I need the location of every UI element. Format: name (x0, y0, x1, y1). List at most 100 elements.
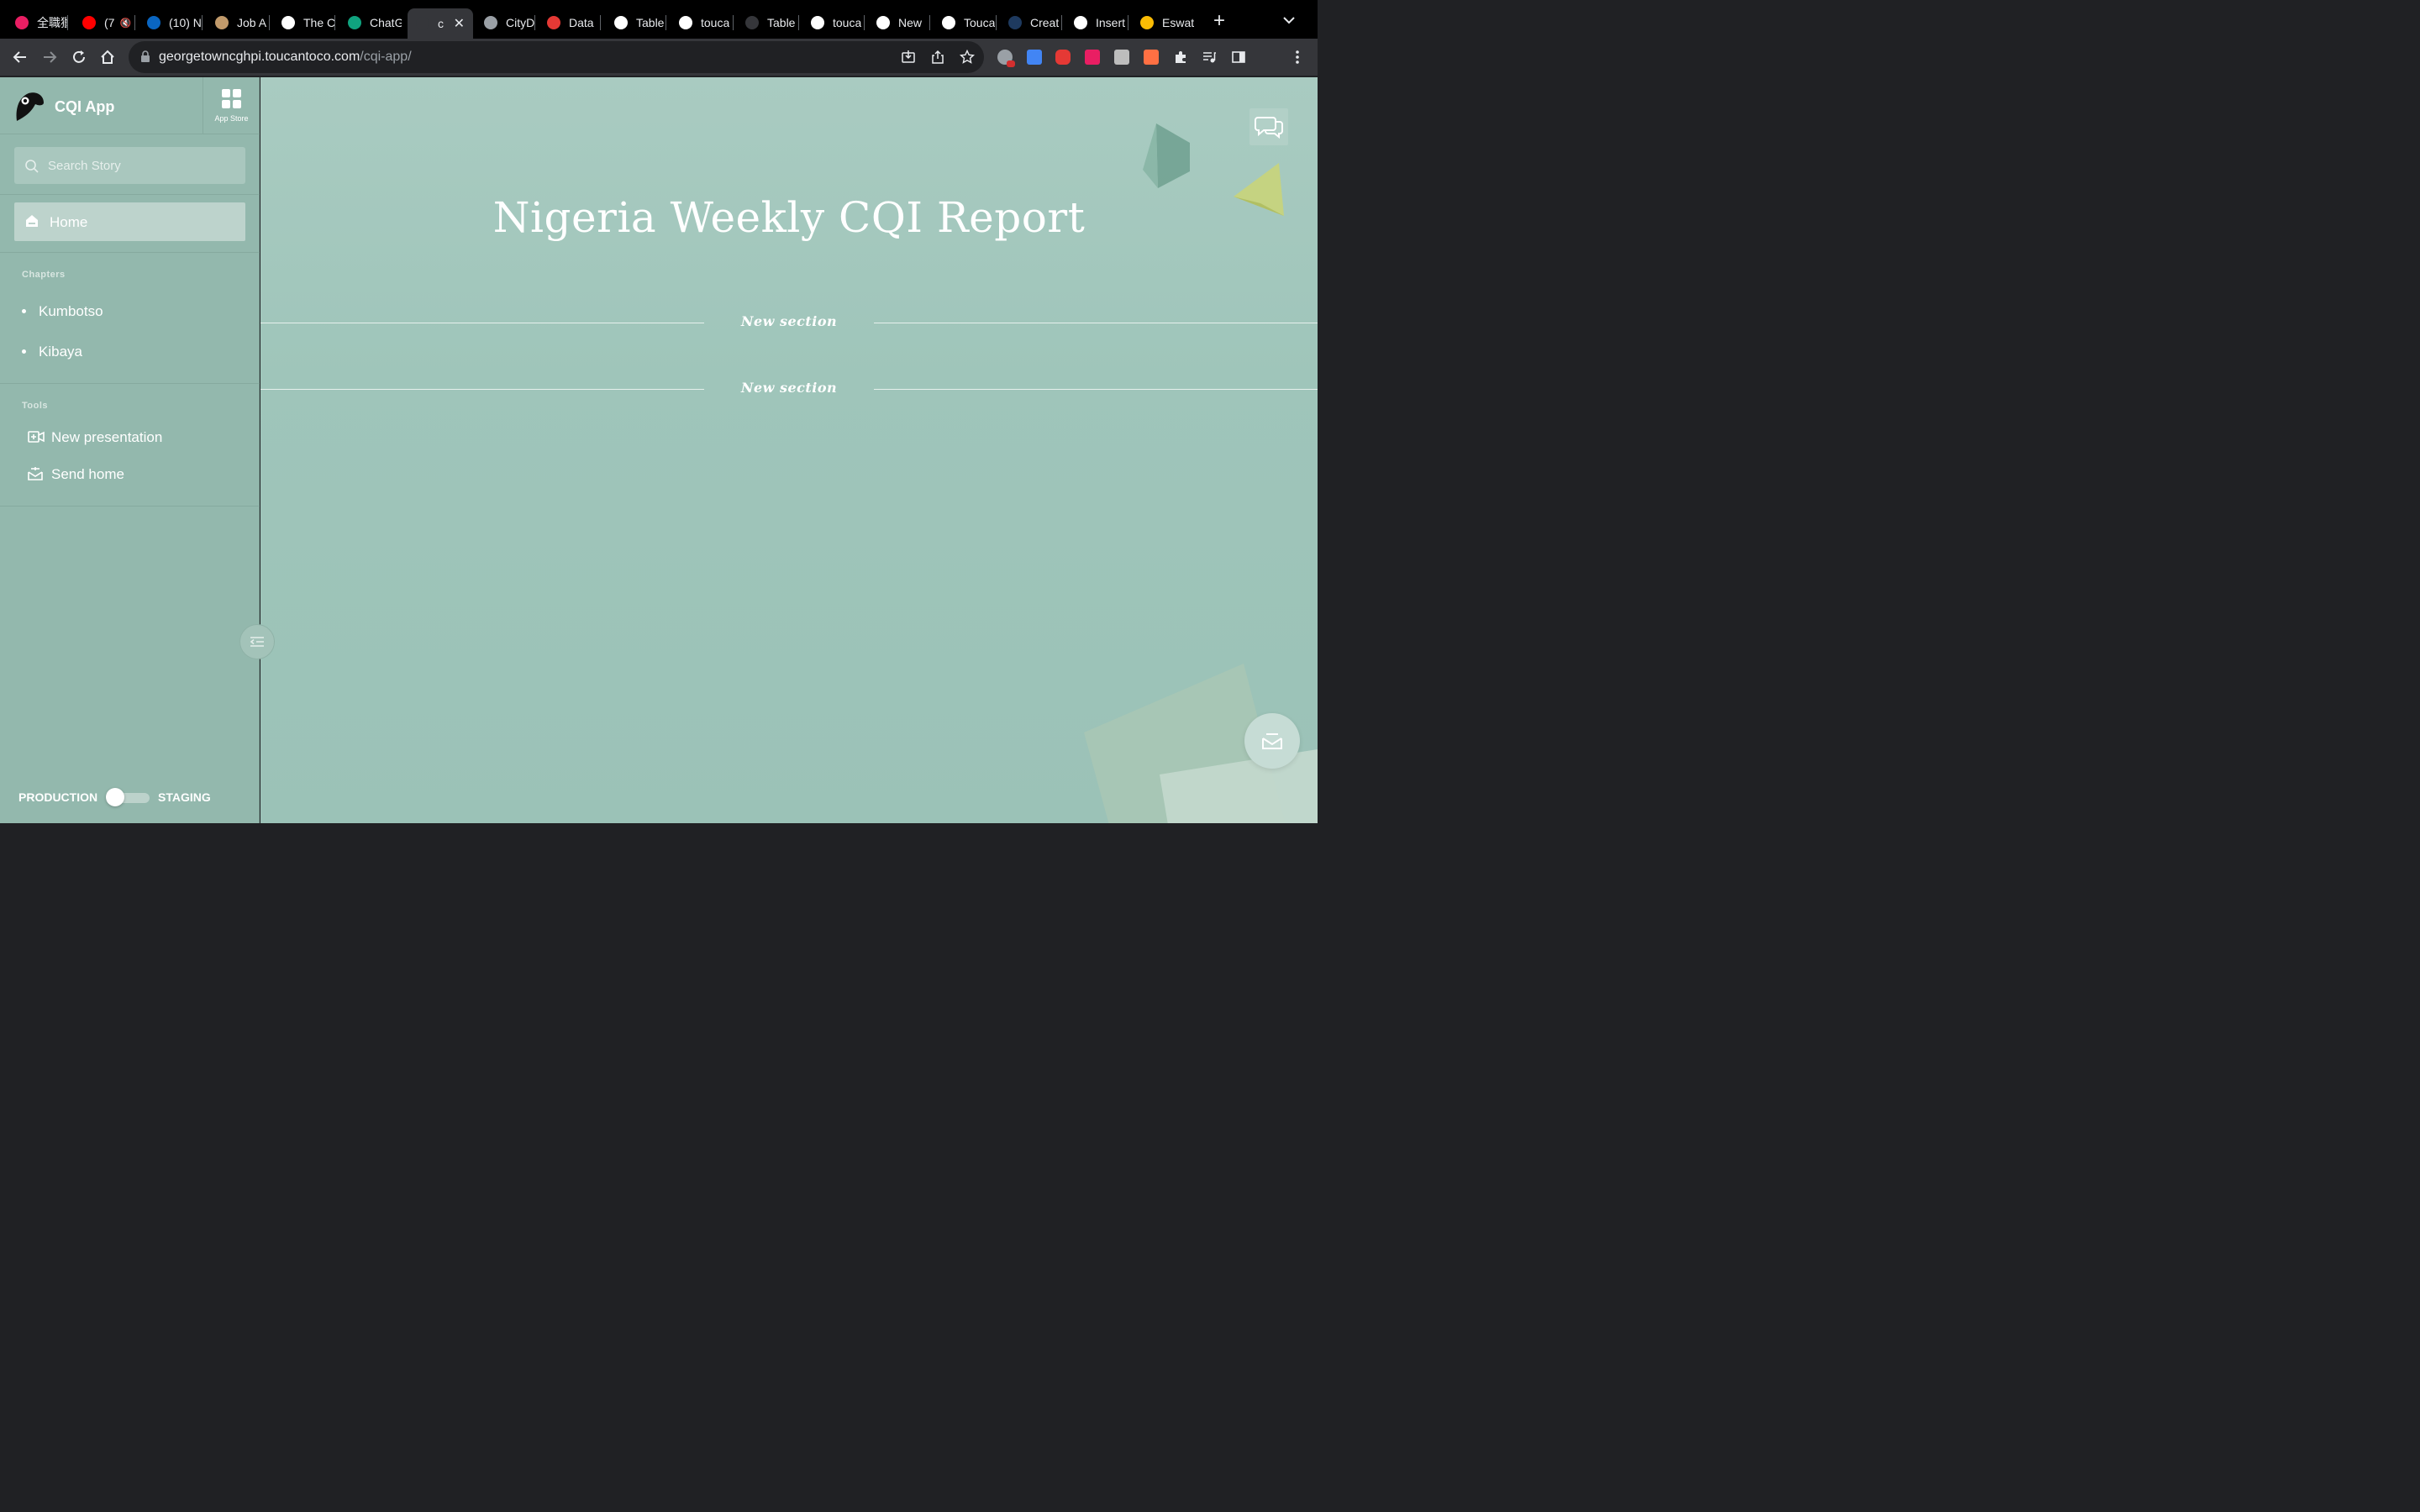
production-label[interactable]: PRODUCTION (18, 790, 97, 804)
forward-icon[interactable] (40, 48, 59, 66)
browser-tab[interactable]: Touca (934, 8, 996, 37)
tab-search-icon[interactable] (1281, 13, 1297, 30)
tab-separator (996, 15, 997, 30)
search-story-field[interactable] (14, 147, 245, 184)
brand-icon (15, 16, 29, 29)
tab-title: Touca (964, 16, 996, 29)
browser-tab[interactable]: Creat (1000, 8, 1061, 37)
browser-tab[interactable]: CityD (476, 8, 534, 37)
globe-icon (484, 16, 497, 29)
extension-youtube-icon[interactable] (1055, 50, 1071, 65)
browser-menu-icon[interactable] (1288, 48, 1307, 66)
tab-title: New (898, 16, 923, 29)
browser-tab[interactable]: New (868, 8, 929, 37)
app-title: CQI App (55, 98, 115, 115)
environment-toggle[interactable] (106, 788, 150, 806)
address-bar[interactable]: georgetowncghpi.toucantoco.com/cqi-app/ (129, 41, 984, 73)
google-icon (811, 16, 824, 29)
send-home-fab[interactable] (1244, 713, 1300, 769)
new-presentation-label: New presentation (51, 429, 163, 445)
browser-tab[interactable]: Insert (1065, 8, 1128, 37)
muted-speaker-icon[interactable]: 🔇 (119, 18, 131, 29)
tab-title: Insert (1096, 16, 1126, 29)
send-home-icon (28, 467, 43, 485)
sidebar-divider (0, 252, 260, 253)
tab-separator (202, 15, 203, 30)
google-translate-icon[interactable] (1027, 50, 1042, 65)
home-nav-item[interactable]: Home (14, 202, 245, 241)
tds-icon (1008, 16, 1022, 29)
browser-tab[interactable]: Data (539, 8, 600, 37)
url-text[interactable]: georgetowncghpi.toucantoco.com/cqi-app/ (159, 50, 412, 65)
drive-icon (1140, 16, 1154, 29)
tab-separator (534, 15, 535, 30)
staging-label[interactable]: STAGING (158, 790, 211, 804)
bookmark-star-icon[interactable] (959, 49, 976, 66)
browser-tab[interactable]: (7 🔇 (74, 8, 134, 37)
new-presentation-button[interactable]: New presentation (0, 422, 260, 452)
tab-separator (269, 15, 270, 30)
send-home-icon (1262, 733, 1282, 749)
tab-title: Eswat (1162, 16, 1195, 29)
share-icon[interactable] (929, 49, 946, 66)
toucan-icon (416, 17, 429, 30)
browser-tab[interactable]: Job A (207, 8, 269, 37)
tab-title: touca (701, 16, 730, 29)
collapse-sidebar-button[interactable] (239, 624, 275, 659)
close-tab-icon[interactable]: ✕ (454, 15, 465, 32)
browser-tab[interactable]: 全職獵 (7, 8, 67, 37)
tab-title: ChatG (370, 16, 402, 29)
tab-title: (10) N (169, 16, 202, 29)
report-title: Nigeria Weekly CQI Report (492, 193, 1086, 242)
chapter-item-kibaya[interactable]: Kibaya (0, 336, 260, 366)
browser-tab-strip: 全職獵 (7 🔇 (10) N Job A The C ChatG c ✕ CityD Data Ta… (0, 0, 1318, 39)
search-input[interactable] (48, 147, 237, 184)
app-store-button[interactable]: App Store (203, 77, 260, 134)
browser-tab[interactable]: (10) N (139, 8, 202, 37)
tab-title: touca (833, 16, 862, 29)
browser-toolbar: georgetowncghpi.toucantoco.com/cqi-app/ … (0, 39, 1318, 108)
toucan-icon (745, 16, 759, 29)
install-app-icon[interactable] (900, 49, 917, 66)
tab-separator (600, 15, 601, 30)
browser-tab[interactable]: touca (671, 8, 733, 37)
sidebar-divider (0, 383, 260, 384)
divider-line (874, 389, 1318, 390)
chapters-heading: Chapters (22, 270, 66, 280)
chapter-item-kumbotso[interactable]: Kumbotso (0, 296, 260, 326)
browser-tab[interactable]: touca (802, 8, 864, 37)
extension-slides-icon[interactable] (1144, 50, 1159, 65)
tab-separator (733, 15, 734, 30)
toucan-logo-icon[interactable] (13, 91, 45, 123)
browser-tab[interactable]: c ✕ (408, 8, 473, 39)
send-home-button[interactable]: Send home (0, 459, 260, 489)
extension-language-icon[interactable] (1085, 50, 1100, 65)
youtube-icon (82, 16, 96, 29)
reload-icon[interactable] (70, 48, 88, 66)
browser-tab[interactable]: Table (737, 8, 798, 37)
browser-tab[interactable]: The C (273, 8, 334, 37)
back-icon[interactable] (11, 48, 29, 66)
toggle-knob[interactable] (106, 788, 124, 806)
sidebar-header: CQI App App Store (0, 77, 260, 134)
section-title[interactable]: New section (704, 313, 874, 329)
side-panel-icon[interactable] (1229, 48, 1248, 66)
sidebar-divider (0, 506, 260, 507)
tab-separator (798, 15, 799, 30)
extension-notes-icon[interactable] (1114, 50, 1129, 65)
document-icon (1074, 16, 1087, 29)
home-icon[interactable] (98, 48, 117, 66)
lock-icon[interactable] (140, 50, 150, 66)
chapter-label: Kumbotso (39, 303, 103, 319)
media-control-icon[interactable] (1200, 48, 1218, 66)
browser-tab[interactable]: Table (606, 8, 666, 37)
new-tab-button[interactable]: + (1210, 11, 1228, 31)
tools-heading: Tools (22, 401, 49, 411)
section-title[interactable]: New section (704, 380, 874, 396)
browser-tab[interactable]: Eswat (1132, 8, 1195, 37)
extensions-puzzle-icon[interactable] (1171, 48, 1190, 66)
divider-line (260, 389, 704, 390)
comments-button[interactable] (1249, 108, 1288, 145)
medium-icon (614, 16, 628, 29)
browser-tab[interactable]: ChatG (339, 8, 402, 37)
